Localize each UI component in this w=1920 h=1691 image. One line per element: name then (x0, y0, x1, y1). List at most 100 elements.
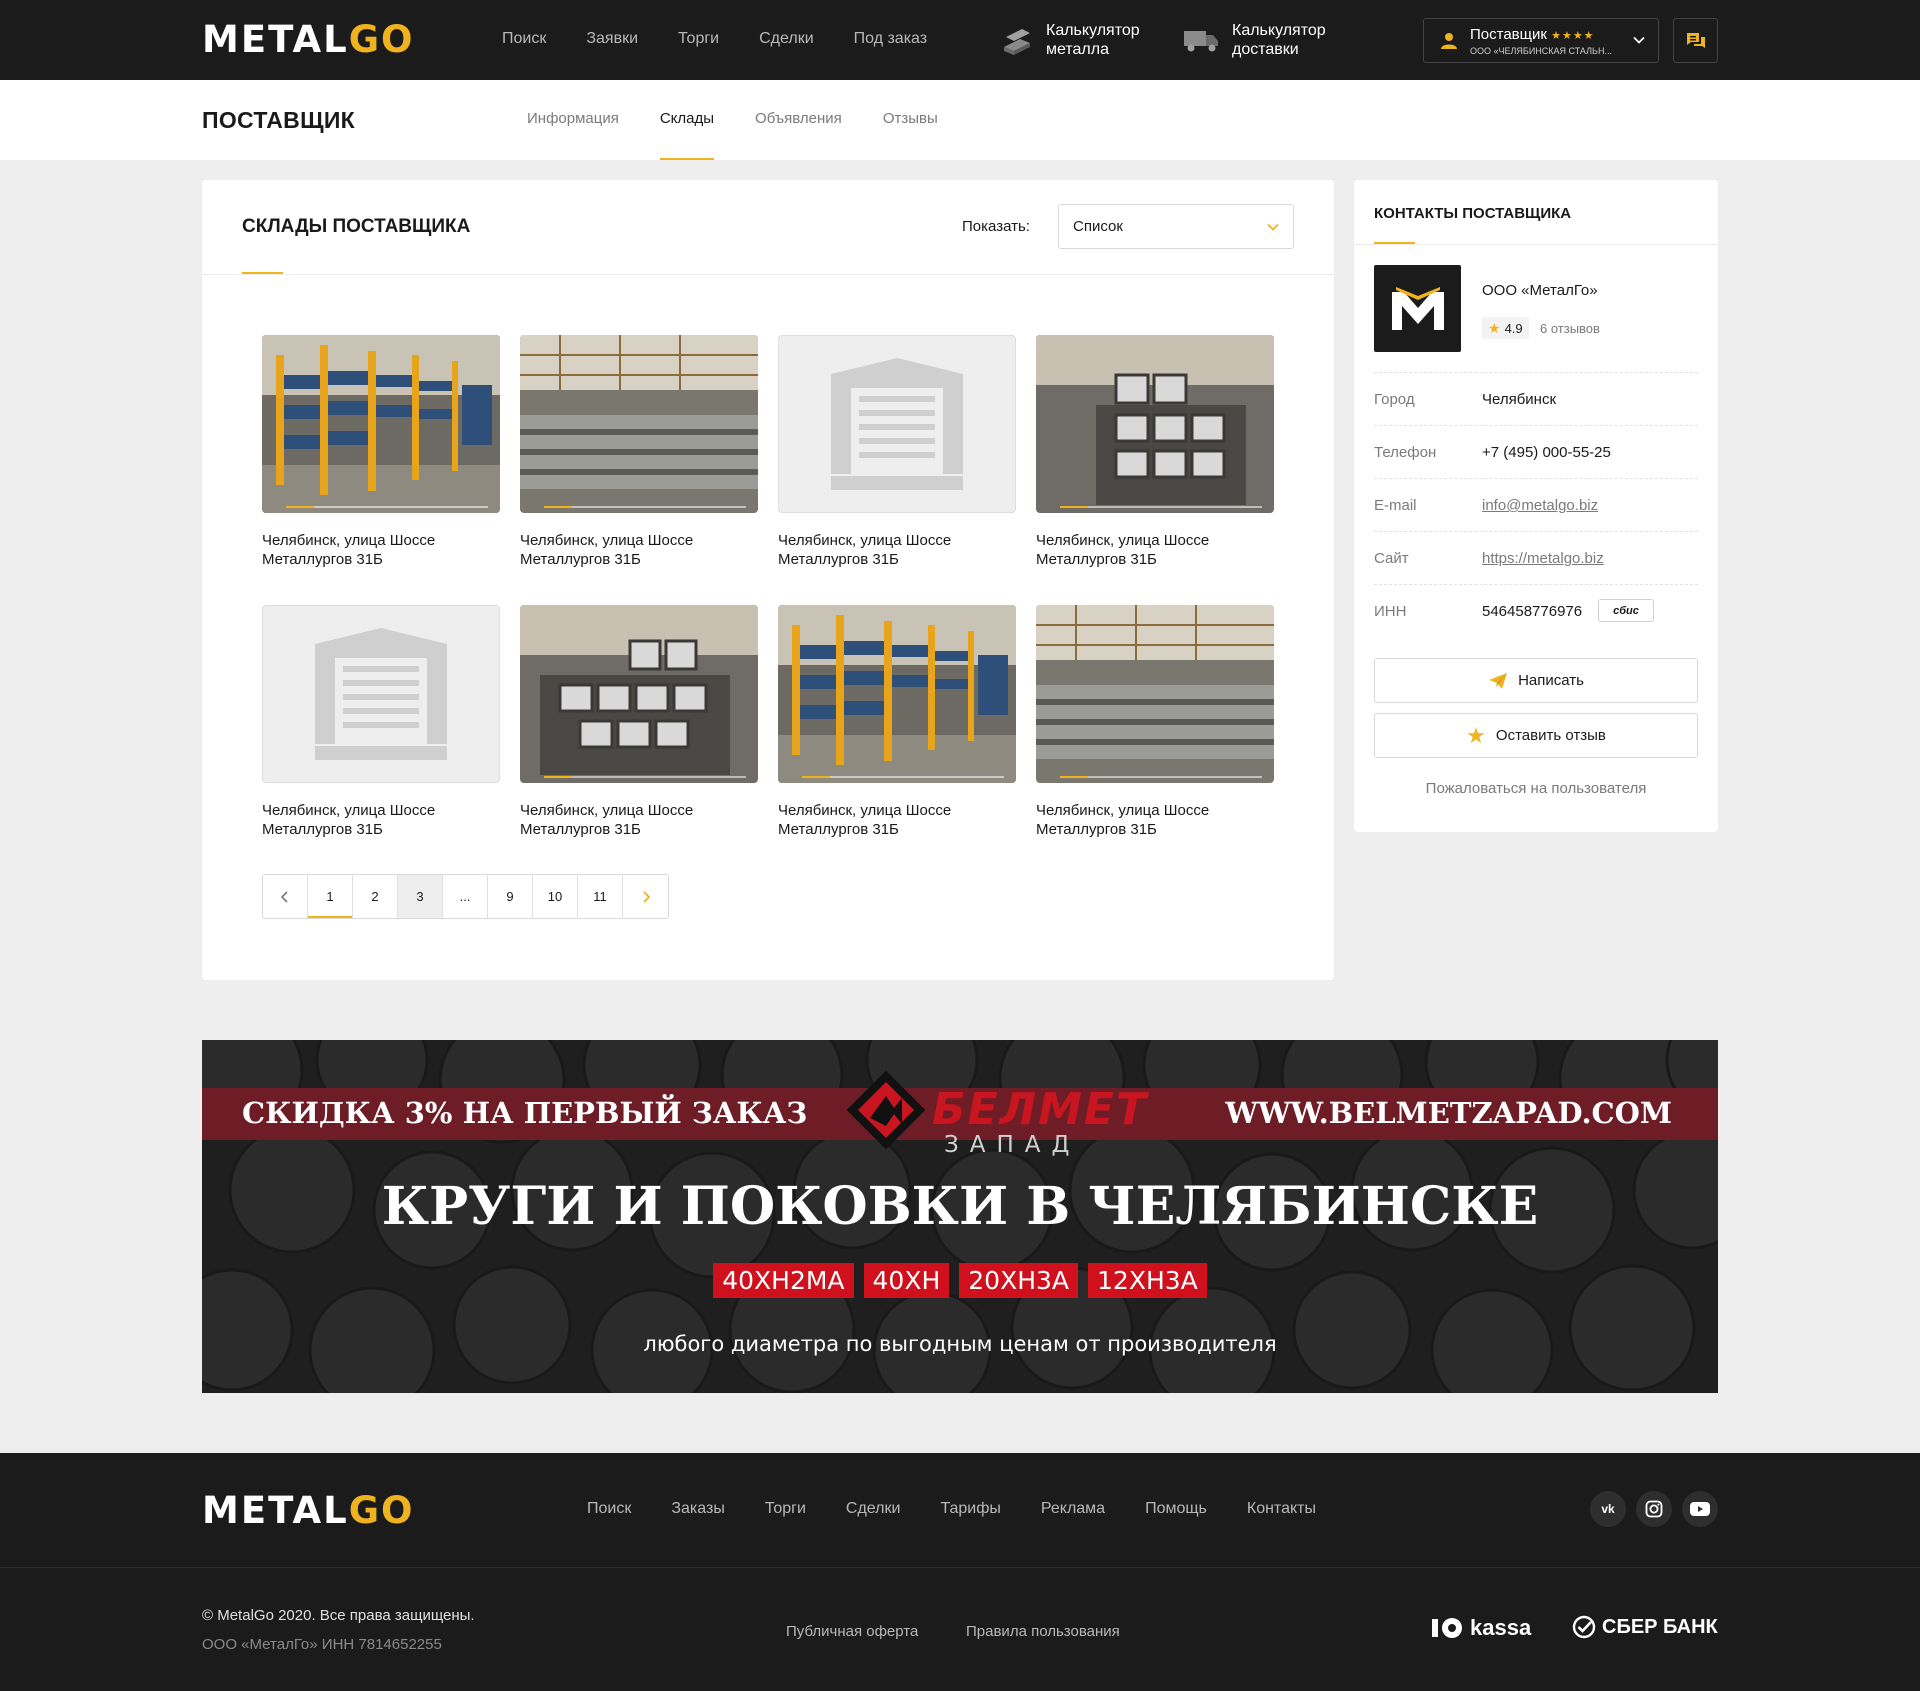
page-button[interactable]: 3 (398, 875, 443, 918)
user-account-dropdown[interactable]: Поставщик ★★★★ ООО «ЧЕЛЯБИНСКАЯ СТАЛЬН..… (1423, 18, 1659, 63)
view-mode-label: Показать: (962, 218, 1030, 235)
nav-item-deals[interactable]: Сделки (759, 30, 814, 48)
company-legal-text: ООО «МеталГо» ИНН 7814652255 (202, 1636, 442, 1653)
contact-row-email: E-mail info@metalgo.biz (1374, 478, 1698, 531)
youtube-icon[interactable] (1682, 1491, 1718, 1527)
footer-divider (0, 1567, 1920, 1568)
company-name: ООО «МеталГо» (1482, 282, 1598, 299)
chevron-down-icon (1633, 36, 1645, 44)
warehouse-address: Челябинск, улица Шоссе Металлургов 31Б (1036, 532, 1210, 568)
chevron-down-icon (1267, 223, 1279, 231)
metal-calculator-link[interactable]: Калькулятор металла (1000, 21, 1140, 59)
tab-listings[interactable]: Объявления (755, 80, 842, 160)
divider (202, 274, 1334, 275)
contacts-title: КОНТАКТЫ ПОСТАВЩИКА (1374, 205, 1572, 222)
warehouse-card[interactable]: Челябинск, улица Шоссе Металлургов 31Б (520, 335, 758, 569)
warehouse-card[interactable]: Челябинск, улица Шоссе Металлургов 31Б (520, 605, 758, 839)
banner-tag: 12ХН3А (1088, 1263, 1207, 1298)
banner-tag: 40ХН2МА (713, 1263, 854, 1298)
delivery-calculator-link[interactable]: Калькулятор доставки (1182, 21, 1326, 59)
warehouse-card[interactable]: Челябинск, улица Шоссе Металлургов 31Б (1036, 605, 1274, 839)
tab-warehouses[interactable]: Склады (659, 80, 715, 160)
reviews-count[interactable]: 6 отзывов (1540, 321, 1600, 336)
top-header: METALGO Поиск Заявки Торги Сделки Под за… (0, 0, 1920, 80)
chevron-right-icon (642, 890, 650, 903)
tab-information[interactable]: Информация (527, 80, 619, 160)
warehouse-card[interactable]: Челябинск, улица Шоссе Металлургов 31Б (778, 605, 1016, 839)
warehouse-placeholder-icon (778, 335, 1016, 513)
sberbank-icon (1572, 1615, 1596, 1639)
email-link[interactable]: info@metalgo.biz (1482, 497, 1598, 514)
user-company: ООО «ЧЕЛЯБИНСКАЯ СТАЛЬН... (1470, 46, 1612, 56)
footer-link-help[interactable]: Помощь (1145, 1500, 1207, 1518)
vk-icon[interactable]: vk (1590, 1491, 1626, 1527)
warehouse-address: Челябинск, улица Шоссе Металлургов 31Б (778, 802, 952, 838)
star-icon: ★ (1466, 722, 1486, 748)
warehouse-card[interactable]: Челябинск, улица Шоссе Металлургов 31Б (262, 605, 500, 839)
footer-link-tenders[interactable]: Торги (765, 1500, 806, 1518)
public-offer-link[interactable]: Публичная оферта (786, 1623, 918, 1640)
warehouses-card: СКЛАДЫ ПОСТАВЩИКА Показать: Список Челяб… (202, 180, 1334, 980)
main-nav: Поиск Заявки Торги Сделки Под заказ (502, 30, 967, 48)
view-mode-select[interactable]: Список (1058, 204, 1294, 249)
warehouse-placeholder-icon (262, 605, 500, 783)
warehouse-card[interactable]: Челябинск, улица Шоссе Металлургов 31Б (778, 335, 1016, 569)
page-button[interactable]: 2 (353, 875, 398, 918)
supplier-contacts-card: КОНТАКТЫ ПОСТАВЩИКА ООО «МеталГо» ★ 4.9 … (1354, 180, 1718, 832)
section-title: СКЛАДЫ ПОСТАВЩИКА (242, 216, 471, 237)
warehouse-address: Челябинск, улица Шоссе Металлургов 31Б (1036, 802, 1210, 838)
warehouse-photo (262, 335, 500, 513)
metalgo-logo[interactable]: METALGO (202, 21, 415, 58)
banner-headline: КРУГИ И ПОКОВКИ В ЧЕЛЯБИНСКЕ (381, 1176, 1539, 1237)
warehouse-address: Челябинск, улица Шоссе Металлургов 31Б (520, 802, 694, 838)
warehouse-address: Челябинск, улица Шоссе Металлургов 31Б (520, 532, 694, 568)
tab-reviews[interactable]: Отзывы (883, 80, 938, 160)
footer-link-tariffs[interactable]: Тарифы (940, 1500, 1000, 1518)
report-user-link[interactable]: Пожаловаться на пользователя (1354, 780, 1718, 797)
user-rating-stars: ★★★★ (1551, 30, 1595, 42)
warehouse-photo (1036, 605, 1274, 783)
chevron-left-icon (280, 890, 288, 903)
nav-item-search[interactable]: Поиск (502, 30, 546, 48)
nav-item-custom-order[interactable]: Под заказ (854, 30, 927, 48)
metal-beam-icon (1004, 29, 1030, 55)
banner-subtitle: любого диаметра по выгодным ценам от про… (643, 1332, 1277, 1356)
footer-link-orders[interactable]: Заказы (671, 1500, 724, 1518)
footer-metalgo-logo[interactable]: METALGO (202, 1492, 415, 1529)
page-button[interactable]: 11 (578, 875, 623, 918)
banner-tag: 40ХН (863, 1263, 950, 1298)
warehouse-photo (778, 605, 1016, 783)
write-message-button[interactable]: Написать (1374, 658, 1698, 703)
advertisement-banner[interactable]: СКИДКА 3% НА ПЕРВЫЙ ЗАКАЗ WWW.BELMETZAPA… (202, 1040, 1718, 1393)
page-button[interactable]: 1 (308, 875, 353, 918)
instagram-icon[interactable] (1636, 1491, 1672, 1527)
sub-header: ПОСТАВЩИК Информация Склады Объявления О… (0, 80, 1920, 160)
warehouse-photo (1036, 335, 1274, 513)
footer-link-deals[interactable]: Сделки (846, 1500, 901, 1518)
footer-nav: Поиск Заказы Торги Сделки Тарифы Реклама… (587, 1500, 1356, 1518)
page-button[interactable]: 10 (533, 875, 578, 918)
page-ellipsis: ... (443, 875, 488, 918)
messages-button[interactable] (1673, 18, 1718, 63)
prev-page-button[interactable] (263, 875, 308, 918)
next-page-button[interactable] (623, 875, 668, 918)
warehouse-card[interactable]: Челябинск, улица Шоссе Металлургов 31Б (262, 335, 500, 569)
contact-row-phone: Телефон +7 (495) 000-55-25 (1374, 425, 1698, 478)
footer-link-ads[interactable]: Реклама (1041, 1500, 1105, 1518)
footer-link-contacts[interactable]: Контакты (1247, 1500, 1316, 1518)
nav-item-requests[interactable]: Заявки (586, 30, 638, 48)
warehouse-photo (520, 605, 758, 783)
user-icon (1441, 33, 1457, 49)
yookassa-logo: kassa (1430, 1615, 1531, 1641)
banner-discount-text: СКИДКА 3% НА ПЕРВЫЙ ЗАКАЗ (242, 1096, 808, 1130)
footer: METALGO Поиск Заказы Торги Сделки Тарифы… (0, 1453, 1920, 1691)
warehouse-card[interactable]: Челябинск, улица Шоссе Металлургов 31Б (1036, 335, 1274, 569)
terms-of-use-link[interactable]: Правила пользования (966, 1623, 1120, 1640)
page-button[interactable]: 9 (488, 875, 533, 918)
website-link[interactable]: https://metalgo.biz (1482, 550, 1604, 567)
nav-item-tenders[interactable]: Торги (678, 30, 719, 48)
leave-review-button[interactable]: ★ Оставить отзыв (1374, 713, 1698, 758)
contact-row-city: Город Челябинск (1374, 372, 1698, 425)
footer-link-search[interactable]: Поиск (587, 1500, 631, 1518)
sbis-badge[interactable]: сбис (1598, 599, 1654, 622)
